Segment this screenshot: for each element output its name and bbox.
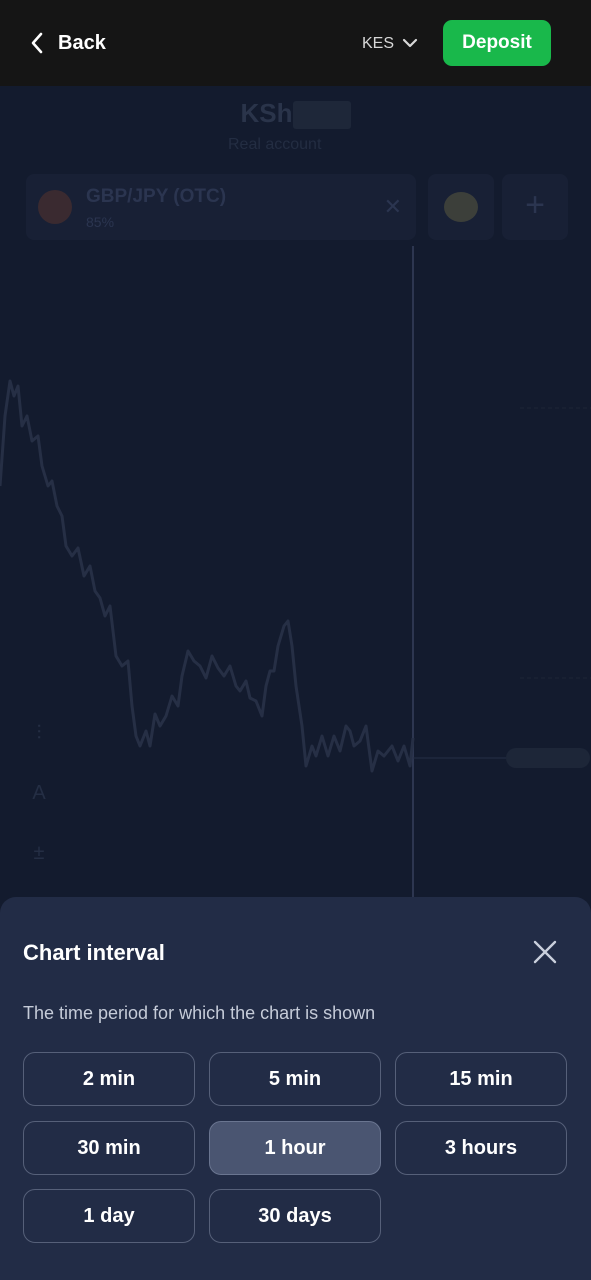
interval-option-1-hour[interactable]: 1 hour bbox=[209, 1121, 381, 1175]
price-chart bbox=[0, 246, 591, 897]
currency-label: KES bbox=[362, 35, 395, 52]
interval-option-30-days[interactable]: 30 days bbox=[209, 1189, 381, 1243]
timeframe-icon: ± bbox=[33, 842, 45, 864]
sheet-title: Chart interval bbox=[23, 940, 165, 965]
interval-option-1-day[interactable]: 1 day bbox=[23, 1189, 195, 1243]
chevron-left-icon bbox=[30, 32, 44, 54]
interval-option-30-min[interactable]: 30 min bbox=[23, 1121, 195, 1175]
currency-selector[interactable]: KES bbox=[362, 30, 418, 58]
back-label: Back bbox=[58, 31, 106, 54]
current-price-tag bbox=[506, 748, 590, 768]
interval-option-15-min[interactable]: 15 min bbox=[395, 1052, 567, 1106]
close-button[interactable] bbox=[529, 936, 561, 968]
sheet-subtitle: The time period for which the chart is s… bbox=[23, 1003, 376, 1023]
back-button[interactable]: Back bbox=[30, 26, 106, 60]
deposit-button[interactable]: Deposit bbox=[443, 20, 551, 66]
chart-interval-sheet: Chart interval The time period for which… bbox=[0, 897, 591, 1280]
indicators-icon: ⫶ bbox=[36, 722, 42, 744]
interval-option-5-min[interactable]: 5 min bbox=[209, 1052, 381, 1106]
chevron-down-icon bbox=[394, 35, 418, 53]
drawing-icon: A bbox=[32, 782, 46, 804]
close-icon bbox=[529, 940, 561, 972]
top-bar: Back KES Deposit bbox=[0, 0, 591, 86]
interval-option-3-hours[interactable]: 3 hours bbox=[395, 1121, 567, 1175]
interval-option-2-min[interactable]: 2 min bbox=[23, 1052, 195, 1106]
